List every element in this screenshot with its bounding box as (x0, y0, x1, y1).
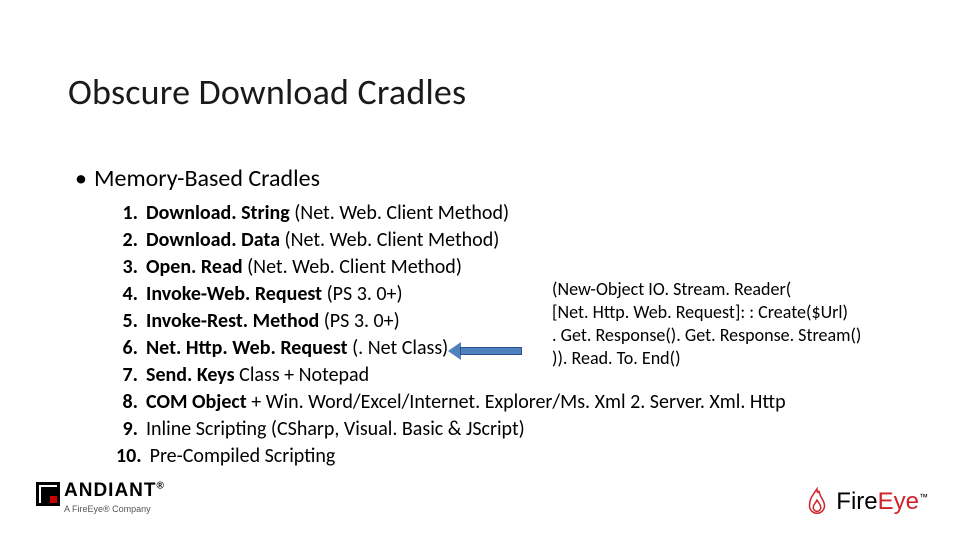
mandiant-subtext: A FireEye® Company (64, 504, 206, 514)
list-rest: (PS 3. 0+) (324, 309, 400, 333)
list-num: 3. (116, 254, 138, 281)
list-bold: Download. Data (146, 228, 285, 252)
mandiant-wordmark: ANDIANT® (64, 480, 165, 502)
slide: Obscure Download Cradles •Memory-Based C… (0, 0, 960, 540)
flame-icon (802, 487, 832, 517)
subheading: •Memory-Based Cradles (74, 164, 320, 193)
list-bold: Send. Keys (146, 363, 239, 387)
registered-icon: ® (157, 481, 165, 492)
fireeye-wordmark: FireEye™ (836, 488, 928, 516)
list-rest: (Net. Web. Client Method) (285, 228, 500, 252)
snippet-line: )). Read. To. End() (552, 347, 861, 370)
trademark-icon: ™ (919, 492, 928, 502)
list-bold: Invoke-Rest. Method (146, 309, 324, 333)
list-item: 10. Pre-Compiled Scripting (116, 443, 786, 470)
list-num: 10. (116, 443, 142, 470)
snippet-line: [Net. Http. Web. Request]: : Create($Url… (552, 301, 861, 324)
list-bold: Net. Http. Web. Request (146, 336, 352, 360)
snippet-line: . Get. Response(). Get. Response. Stream… (552, 324, 861, 347)
list-rest: Pre-Compiled Scripting (150, 444, 336, 468)
snippet-line: (New-Object IO. Stream. Reader( (552, 278, 861, 301)
list-num: 9. (116, 416, 138, 443)
mandiant-mark-icon (36, 482, 60, 506)
list-item: 2. Download. Data (Net. Web. Client Metho… (116, 227, 786, 254)
list-bold: Open. Read (146, 255, 247, 279)
list-rest: (. Net Class) (352, 336, 448, 360)
code-snippet: (New-Object IO. Stream. Reader( [Net. Ht… (552, 278, 861, 370)
bullet-icon: • (74, 167, 88, 191)
list-item: 1. Download. String (Net. Web. Client Met… (116, 200, 786, 227)
list-num: 5. (116, 308, 138, 335)
list-num: 2. (116, 227, 138, 254)
list-bold: Download. String (146, 201, 294, 225)
list-item: 9. Inline Scripting (CSharp, Visual. Basi… (116, 416, 786, 443)
list-num: 6. (116, 335, 138, 362)
list-num: 4. (116, 281, 138, 308)
list-bold: COM Object (146, 390, 251, 414)
list-num: 8. (116, 389, 138, 416)
list-item: 8. COM Object + Win. Word/Excel/Internet.… (116, 389, 786, 416)
list-rest: (Net. Web. Client Method) (247, 255, 462, 279)
fireeye-logo: FireEye™ (802, 486, 928, 518)
list-rest: (Net. Web. Client Method) (294, 201, 509, 225)
mandiant-logo: ANDIANT® A FireEye® Company (36, 480, 206, 520)
list-item: 3. Open. Read (Net. Web. Client Method) (116, 254, 786, 281)
list-rest: (PS 3. 0+) (327, 282, 403, 306)
list-num: 7. (116, 362, 138, 389)
subheading-text: Memory-Based Cradles (94, 164, 320, 193)
slide-title: Obscure Download Cradles (68, 70, 466, 114)
list-rest: Class + Notepad (239, 363, 369, 387)
list-rest: Inline Scripting (CSharp, Visual. Basic … (146, 417, 525, 441)
list-rest: + Win. Word/Excel/Internet. Explorer/Ms.… (251, 390, 785, 414)
list-bold: Invoke-Web. Request (146, 282, 327, 306)
arrow-left-icon (448, 342, 522, 360)
list-num: 1. (116, 200, 138, 227)
